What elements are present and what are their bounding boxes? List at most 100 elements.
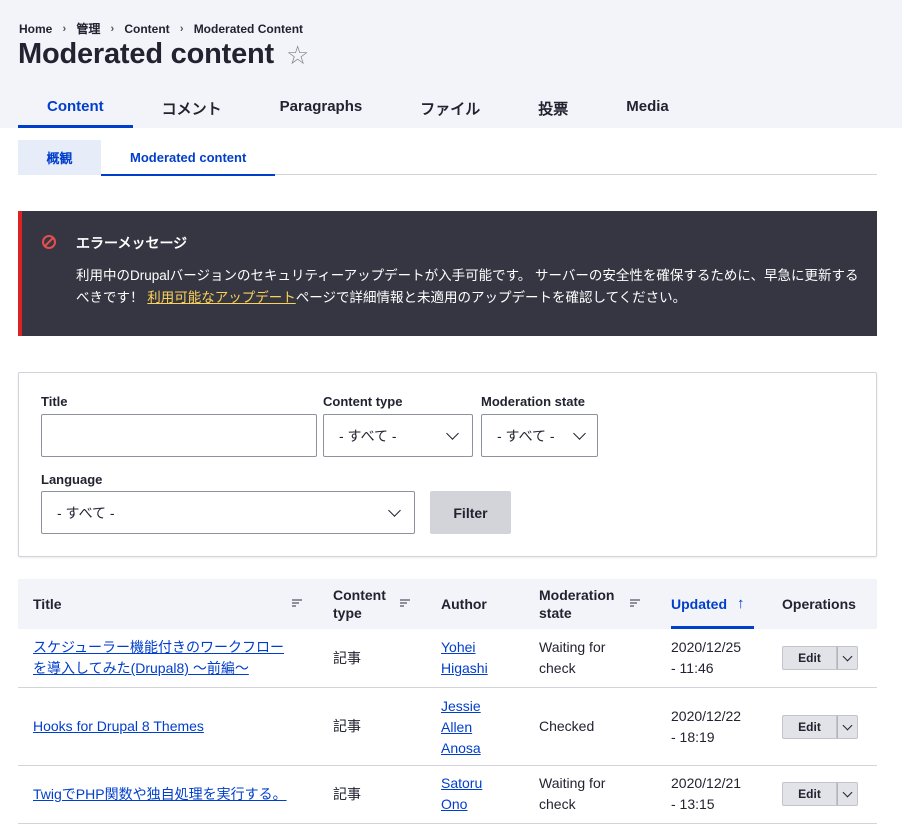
row-author: Jessie Allen Anosa <box>441 696 481 759</box>
chevron-down-icon <box>388 504 401 517</box>
row-author-line2: Ono <box>441 796 468 812</box>
row-state-line2: check <box>539 796 576 812</box>
row-state-line1: Waiting for <box>539 639 606 655</box>
tab-media[interactable]: Media <box>597 86 698 128</box>
column-header-updated[interactable]: Updated ↑ <box>671 579 754 629</box>
breadcrumb-moderated-content[interactable]: Moderated Content <box>194 22 303 36</box>
column-header-author[interactable]: Author <box>441 579 521 629</box>
tab-moderated-content[interactable]: Moderated content <box>101 140 276 176</box>
operations-dropdown-toggle[interactable] <box>837 782 858 806</box>
chevron-right-icon: › <box>110 22 115 35</box>
breadcrumb-admin[interactable]: 管理 <box>76 20 100 37</box>
row-title-link[interactable]: TwigでPHP関数や独自処理を実行する。 <box>33 786 287 802</box>
row-title-link[interactable]: Hooks for Drupal 8 Themes <box>33 718 204 734</box>
row-author: Yohei Higashi <box>441 637 488 679</box>
filter-form: Title Content type - すべて - Moderation st… <box>18 372 877 557</box>
error-message: エラーメッセージ 利用中のDrupalバージョンのセキュリティーアップデートが入… <box>18 211 877 336</box>
chevron-right-icon: › <box>179 22 184 35</box>
row-title: Hooks for Drupal 8 Themes <box>33 716 313 737</box>
row-updated-date: 2020/12/21 <box>671 775 742 791</box>
column-header-moderation-line2: state <box>539 605 572 621</box>
table-row: TwigでPHP関数や独自処理を実行する。 記事 Satoru Ono Waiti… <box>18 766 877 824</box>
content-type-select[interactable]: - すべて - <box>323 414 473 457</box>
chevron-right-icon: › <box>62 22 67 35</box>
tab-paragraphs[interactable]: Paragraphs <box>251 86 392 128</box>
chevron-down-icon <box>573 427 586 440</box>
content-table: Title Content type Author Moderation state… <box>18 579 877 824</box>
column-header-content-type-line1: Content <box>333 587 386 603</box>
edit-button[interactable]: Edit <box>782 782 837 806</box>
row-title-link[interactable]: スケジューラー機能付きのワークフロー を導入してみた(Drupal8) ～前編～ <box>33 639 284 676</box>
edit-button[interactable]: Edit <box>782 646 837 670</box>
breadcrumb-content[interactable]: Content <box>124 22 169 36</box>
row-state-line1: Waiting for <box>539 775 606 791</box>
sort-ascending-icon: ↑ <box>737 595 745 612</box>
filter-button[interactable]: Filter <box>430 491 511 534</box>
row-author-line2: Allen <box>441 719 473 735</box>
secondary-tabs: 概観 Moderated content <box>18 140 877 176</box>
moderation-state-select[interactable]: - すべて - <box>481 414 598 457</box>
column-header-moderation-state[interactable]: Moderation state <box>539 579 644 629</box>
breadcrumb-home[interactable]: Home <box>19 22 52 36</box>
row-updated-date: 2020/12/22 <box>671 708 742 724</box>
row-operations: Edit <box>782 715 858 739</box>
tab-comments[interactable]: コメント <box>133 86 251 128</box>
language-select[interactable]: - すべて - <box>41 491 415 534</box>
row-updated-time: - 18:19 <box>671 729 715 745</box>
content-type-filter-label: Content type <box>323 394 403 409</box>
chevron-down-icon <box>446 427 459 440</box>
row-title-line1: スケジューラー機能付きのワークフロー <box>33 639 285 655</box>
language-select-value: - すべて - <box>57 504 115 521</box>
row-content-type: 記事 <box>333 786 361 802</box>
title-filter-input[interactable] <box>41 414 317 457</box>
sort-icon <box>630 599 640 607</box>
row-updated-date: 2020/12/25 <box>671 639 742 655</box>
error-body: 利用中のDrupalバージョンのセキュリティーアップデートが入手可能です。 サー… <box>76 265 866 309</box>
row-title: スケジューラー機能付きのワークフロー を導入してみた(Drupal8) ～前編～ <box>33 637 313 679</box>
title-filter-label: Title <box>41 394 68 409</box>
tab-votes[interactable]: 投票 <box>509 86 597 128</box>
table-row: スケジューラー機能付きのワークフロー を導入してみた(Drupal8) ～前編～ … <box>18 629 877 688</box>
row-author-link[interactable]: Yohei Higashi <box>441 639 488 676</box>
row-moderation-state: Waiting for check <box>539 773 605 815</box>
column-header-moderation-state-label: Moderation state <box>539 586 614 622</box>
row-moderation-state: Waiting for check <box>539 637 605 679</box>
row-updated-time: - 13:15 <box>671 796 715 812</box>
moderation-state-filter-label: Moderation state <box>481 394 586 409</box>
available-updates-link[interactable]: 利用可能なアップデート <box>147 290 296 305</box>
row-updated-time: - 11:46 <box>671 660 714 676</box>
moderation-state-select-value: - すべて - <box>497 427 555 444</box>
error-text-after: ページで詳細情報と未適用のアップデートを確認してください。 <box>295 290 687 305</box>
star-icon[interactable]: ☆ <box>286 42 309 68</box>
operations-dropdown-toggle[interactable] <box>837 715 858 739</box>
row-author-link[interactable]: Satoru Ono <box>441 775 482 812</box>
row-author-link[interactable]: Jessie Allen Anosa <box>441 698 481 756</box>
column-header-title[interactable]: Title <box>33 579 303 629</box>
column-header-author-label: Author <box>441 596 487 612</box>
language-filter-label: Language <box>41 472 103 487</box>
tab-overview[interactable]: 概観 <box>18 140 101 175</box>
breadcrumb: Home › 管理 › Content › Moderated Content <box>19 20 303 37</box>
error-icon <box>42 235 56 249</box>
column-header-content-type-label: Content type <box>333 586 386 622</box>
sort-icon <box>400 599 410 607</box>
row-updated: 2020/12/21 - 13:15 <box>671 773 741 815</box>
chevron-down-icon <box>842 720 853 731</box>
column-header-operations-label: Operations <box>782 596 856 612</box>
table-row: Hooks for Drupal 8 Themes 記事 Jessie Allen… <box>18 688 877 766</box>
chevron-down-icon <box>842 651 853 662</box>
row-author-line2: Higashi <box>441 660 488 676</box>
page-title: Moderated content ☆ <box>18 38 309 71</box>
row-title: TwigでPHP関数や独自処理を実行する。 <box>33 784 323 805</box>
row-updated: 2020/12/25 - 11:46 <box>671 637 741 679</box>
row-author-line3: Anosa <box>441 740 481 756</box>
error-heading: エラーメッセージ <box>76 235 188 251</box>
operations-dropdown-toggle[interactable] <box>837 646 858 670</box>
edit-button[interactable]: Edit <box>782 715 837 739</box>
column-header-updated-label: Updated <box>671 596 727 612</box>
tab-content[interactable]: Content <box>18 86 133 128</box>
column-header-content-type-line2: type <box>333 605 362 621</box>
sort-icon <box>292 599 302 607</box>
table-header: Title Content type Author Moderation state… <box>18 579 877 629</box>
tab-files[interactable]: ファイル <box>391 86 509 128</box>
